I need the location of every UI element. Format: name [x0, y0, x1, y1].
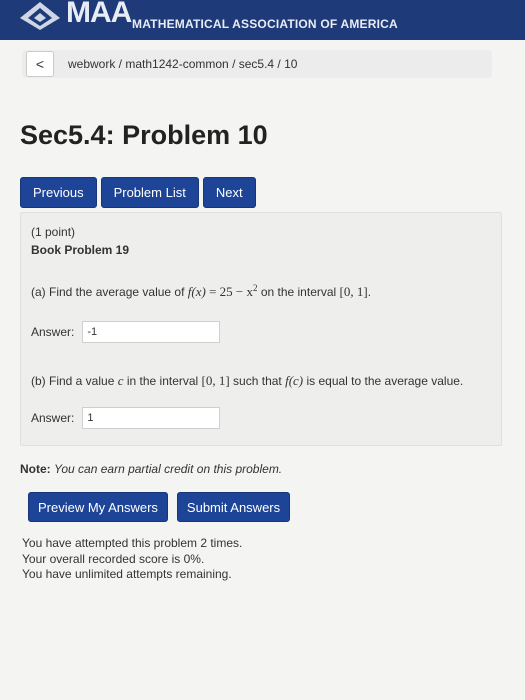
- site-header: MAA MATHEMATICAL ASSOCIATION OF AMERICA: [0, 0, 525, 40]
- part-b-func: f(c): [285, 373, 304, 388]
- part-b-suffix: is equal to the average value.: [303, 374, 464, 388]
- answer-b-row: Answer:: [31, 407, 221, 429]
- part-b-interval: [0, 1]: [201, 373, 230, 388]
- breadcrumb: < webwork / math1242-common / sec5.4 / 1…: [22, 50, 492, 78]
- part-a-expr: = 25 − x: [205, 284, 253, 299]
- answer-a-row: Answer:: [31, 321, 221, 343]
- answer-a-input[interactable]: [82, 321, 221, 343]
- part-b-prefix: (b) Find a value: [31, 374, 118, 388]
- status-remaining: You have unlimited attempts remaining.: [22, 567, 232, 581]
- part-b-mid1: in the interval: [123, 374, 202, 388]
- org-name: MATHEMATICAL ASSOCIATION OF AMERICA: [132, 17, 398, 31]
- back-button[interactable]: <: [26, 51, 54, 77]
- book-problem-ref: Book Problem 19: [31, 243, 130, 257]
- maa-logo-icon: [20, 2, 60, 30]
- part-a-mid: on the interval: [257, 285, 340, 299]
- answer-actions: Preview My Answers Submit Answers: [28, 492, 291, 522]
- part-a-suffix: .: [367, 285, 372, 299]
- problem-points: (1 point): [31, 225, 76, 239]
- part-a-prefix: (a) Find the average value of: [31, 285, 188, 299]
- answer-a-label: Answer:: [31, 325, 75, 339]
- part-b-question: (b) Find a value c in the interval [0, 1…: [31, 373, 463, 389]
- part-a-interval: [0, 1]: [339, 284, 368, 299]
- page-title: Sec5.4: Problem 10: [20, 120, 268, 150]
- problem-list-button[interactable]: Problem List: [100, 177, 199, 208]
- status-attempts: You have attempted this problem 2 times.: [22, 536, 243, 550]
- submit-answers-button[interactable]: Submit Answers: [176, 492, 291, 522]
- chevron-left-icon: <: [35, 56, 45, 72]
- logo-text: MAA: [66, 0, 132, 29]
- next-button[interactable]: Next: [202, 177, 256, 208]
- previous-button[interactable]: Previous: [20, 177, 97, 208]
- breadcrumb-path[interactable]: webwork / math1242-common / sec5.4 / 10: [68, 57, 297, 71]
- note-label: Note:: [20, 462, 51, 476]
- part-b-mid2: such that: [229, 374, 286, 388]
- problem-nav: Previous Problem List Next: [20, 177, 256, 208]
- attempt-status: You have attempted this problem 2 times.…: [22, 536, 242, 583]
- note-text: You can earn partial credit on this prob…: [54, 462, 283, 476]
- partial-credit-note: Note: You can earn partial credit on thi…: [20, 462, 282, 476]
- problem-box: (1 point) Book Problem 19 (a) Find the a…: [20, 212, 502, 446]
- answer-b-input[interactable]: [82, 407, 221, 429]
- answer-b-label: Answer:: [31, 411, 75, 425]
- status-score: Your overall recorded score is 0%.: [22, 551, 205, 566]
- part-a-func: f(x): [187, 284, 206, 299]
- preview-answers-button[interactable]: Preview My Answers: [28, 492, 168, 522]
- part-a-question: (a) Find the average value of f(x) = 25 …: [31, 283, 371, 300]
